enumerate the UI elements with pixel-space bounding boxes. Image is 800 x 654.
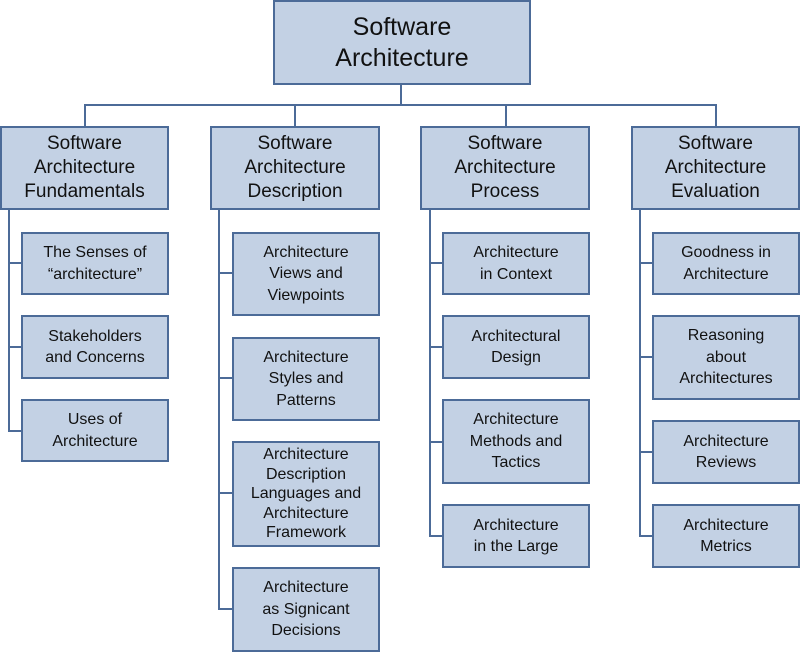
leaf-label: Architecture in the Large — [473, 516, 559, 556]
leaf-node: Architecture Methods and Tactics — [442, 399, 590, 484]
connector-leaf — [218, 377, 232, 379]
leaf-label: Stakeholders and Concerns — [45, 327, 145, 367]
leaf-label: Architecture Reviews — [683, 432, 769, 472]
category-node-evaluation: Software Architecture Evaluation — [631, 126, 800, 210]
leaf-node: Uses of Architecture — [21, 399, 169, 462]
leaf-label: Architecture Metrics — [683, 516, 769, 556]
category-label: Software Architecture Process — [454, 133, 556, 202]
leaf-node: The Senses of “architecture” — [21, 232, 169, 295]
leaf-node: Architecture in the Large — [442, 504, 590, 568]
connector-leaf — [218, 608, 232, 610]
leaf-node: Architecture Reviews — [652, 420, 800, 484]
connector-cat-0-spine — [8, 209, 10, 432]
leaf-label: Architectural Design — [471, 327, 561, 367]
category-node-description: Software Architecture Description — [210, 126, 380, 210]
leaf-node: Architecture as Signicant Decisions — [232, 567, 380, 652]
connector-cat-3-up — [715, 104, 717, 126]
connector-leaf — [218, 492, 232, 494]
leaf-label: Goodness in Architecture — [681, 244, 771, 283]
connector-leaf — [8, 346, 22, 348]
connector-leaf — [429, 535, 443, 537]
connector-leaf — [8, 262, 22, 264]
connector-leaf — [639, 535, 653, 537]
connector-leaf — [639, 356, 653, 358]
leaf-label: Architecture Styles and Patterns — [263, 348, 349, 409]
connector-leaf — [8, 430, 22, 432]
category-node-process: Software Architecture Process — [420, 126, 590, 210]
category-label: Software Architecture Evaluation — [664, 133, 767, 202]
leaf-node: Stakeholders and Concerns — [21, 315, 169, 379]
connector-leaf — [639, 262, 653, 264]
connector-cat-0-up — [84, 104, 86, 126]
leaf-label: Architecture Methods and Tactics — [469, 411, 563, 472]
leaf-node: Architecture in Context — [442, 232, 590, 295]
leaf-node: Architecture Metrics — [652, 504, 800, 568]
leaf-node: Goodness in Architecture — [652, 232, 800, 295]
leaf-label: Architecture Views and Viewpoints — [263, 243, 349, 304]
connector-cat-1-up — [294, 104, 296, 126]
connector-leaf — [639, 451, 653, 453]
connector-cat-2-spine — [429, 209, 431, 537]
leaf-label: Architecture in Context — [473, 244, 559, 283]
leaf-node: Reasoning about Architectures — [652, 315, 800, 400]
leaf-label: Architecture Description Languages and A… — [250, 446, 362, 542]
connector-leaf — [429, 346, 443, 348]
connector-horizontal-bus — [84, 104, 717, 106]
category-label: Software Architecture Fundamentals — [24, 133, 145, 202]
leaf-label: Architecture as Signicant Decisions — [262, 579, 350, 640]
connector-cat-2-up — [505, 104, 507, 126]
connector-cat-1-spine — [218, 209, 220, 610]
category-node-fundamentals: Software Architecture Fundamentals — [0, 126, 169, 210]
connector-leaf — [429, 441, 443, 443]
leaf-label: Reasoning about Architectures — [679, 327, 773, 388]
category-label: Software Architecture Description — [244, 133, 346, 202]
connector-root-down — [400, 84, 402, 106]
root-node-label: Software Architecture — [335, 12, 469, 72]
leaf-label: Uses of Architecture — [52, 411, 138, 450]
leaf-node: Architecture Styles and Patterns — [232, 337, 380, 421]
leaf-node: Architecture Description Languages and A… — [232, 441, 380, 547]
root-node: Software Architecture — [273, 0, 531, 85]
leaf-label: The Senses of “architecture” — [43, 244, 147, 283]
connector-leaf — [218, 272, 232, 274]
leaf-node: Architecture Views and Viewpoints — [232, 232, 380, 316]
connector-leaf — [429, 262, 443, 264]
leaf-node: Architectural Design — [442, 315, 590, 379]
connector-cat-3-spine — [639, 209, 641, 537]
